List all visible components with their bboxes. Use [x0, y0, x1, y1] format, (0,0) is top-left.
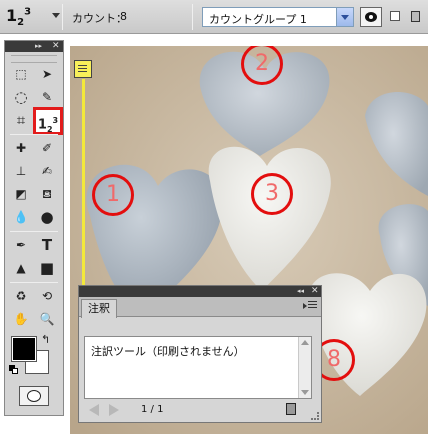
resize-grip[interactable]: [311, 412, 319, 420]
toolbox-grip[interactable]: [11, 55, 57, 63]
eraser-icon[interactable]: ◩: [9, 183, 33, 205]
quick-selection-icon[interactable]: ✎: [35, 86, 59, 108]
crop-icon[interactable]: ⌗: [9, 109, 33, 131]
pen-icon[interactable]: ✒: [9, 234, 33, 256]
options-bar: 123 カウント： 8 カウントグループ 1: [0, 0, 428, 34]
lasso-icon[interactable]: ◌: [9, 86, 33, 108]
note-connector-line: [82, 79, 85, 291]
count-value: 8: [120, 10, 127, 23]
3d-orbit-icon[interactable]: ⟲: [35, 285, 59, 307]
chevron-down-icon[interactable]: [336, 8, 353, 26]
count-tool-preset-icon[interactable]: 123: [6, 6, 50, 28]
trash-icon[interactable]: [408, 9, 422, 23]
next-note-button[interactable]: [109, 404, 119, 416]
note-text: 注訳ツール（印刷されません）: [91, 345, 245, 358]
options-separator: [62, 4, 63, 30]
move-icon[interactable]: ➤: [35, 63, 59, 85]
note-text-area[interactable]: 注訳ツール（印刷されません）: [84, 336, 312, 399]
tab-notes[interactable]: 注釈: [81, 299, 117, 318]
trash-icon[interactable]: [286, 403, 296, 415]
previous-note-button[interactable]: [89, 404, 99, 416]
options-separator: [192, 4, 193, 30]
marquee-icon[interactable]: ⬚: [9, 63, 33, 85]
swap-colors-icon[interactable]: ↰: [41, 333, 50, 346]
collapse-icon[interactable]: ▸▸: [35, 43, 42, 50]
toolbox-separator: [10, 282, 58, 283]
chevron-down-icon[interactable]: [301, 390, 309, 395]
rectangle-icon[interactable]: ■: [35, 257, 59, 279]
clone-stamp-icon[interactable]: ⊥: [9, 160, 33, 182]
paint-bucket-icon[interactable]: ⛾: [35, 183, 59, 205]
count-tool-icon[interactable]: 123: [33, 107, 63, 135]
notes-panel-header[interactable]: ◂◂ ✕: [79, 286, 321, 297]
close-icon[interactable]: ✕: [52, 41, 60, 51]
close-icon[interactable]: ✕: [311, 286, 319, 296]
scrollbar[interactable]: [298, 337, 311, 398]
note-icon[interactable]: [74, 60, 92, 78]
zoom-icon[interactable]: 🔍: [35, 308, 59, 330]
healing-brush-icon[interactable]: ✚: [9, 137, 33, 159]
type-icon[interactable]: T: [35, 234, 59, 256]
quick-mask-button[interactable]: [19, 386, 49, 406]
panel-menu-icon[interactable]: [303, 301, 317, 311]
toolbox-panel: ▸▸ ✕ ⬚ ➤ ◌ ✎ ⌗ 123 ✚ ✐ ⊥ ✍ ◩ ⛾ 💧 ● ✒ T ▲…: [4, 40, 64, 416]
foreground-color-swatch[interactable]: [11, 336, 37, 362]
collapse-icon[interactable]: ◂◂: [297, 288, 304, 295]
notes-panel: ◂◂ ✕ 注釈 注訳ツール（印刷されません） 1 / 1: [78, 285, 322, 423]
dodge-icon[interactable]: ●: [35, 206, 59, 228]
count-group-value: カウントグループ 1: [209, 13, 307, 26]
count-marker-3[interactable]: 3: [251, 173, 293, 215]
default-colors-icon[interactable]: [9, 365, 19, 375]
toolbox-separator: [10, 134, 58, 135]
count-group-select[interactable]: カウントグループ 1: [202, 7, 354, 27]
notes-tab-row: 注釈: [79, 297, 321, 318]
toolbox-separator: [10, 231, 58, 232]
blur-icon[interactable]: 💧: [9, 206, 33, 228]
path-selection-icon[interactable]: ▲: [9, 257, 33, 279]
history-brush-icon[interactable]: ✍: [35, 160, 59, 182]
count-label: カウント：: [72, 12, 127, 25]
count-marker-1[interactable]: 1: [92, 174, 134, 216]
tool-preset-dropdown-arrow[interactable]: [52, 13, 60, 18]
note-page-indicator: 1 / 1: [141, 404, 164, 415]
3d-rotate-icon[interactable]: ♻: [9, 285, 33, 307]
new-group-icon[interactable]: [388, 9, 402, 23]
chevron-up-icon[interactable]: [301, 340, 309, 345]
eye-icon[interactable]: [360, 7, 382, 27]
toolbox-header[interactable]: ▸▸ ✕: [5, 41, 63, 52]
brush-icon[interactable]: ✐: [35, 137, 59, 159]
hand-icon[interactable]: ✋: [9, 308, 33, 330]
